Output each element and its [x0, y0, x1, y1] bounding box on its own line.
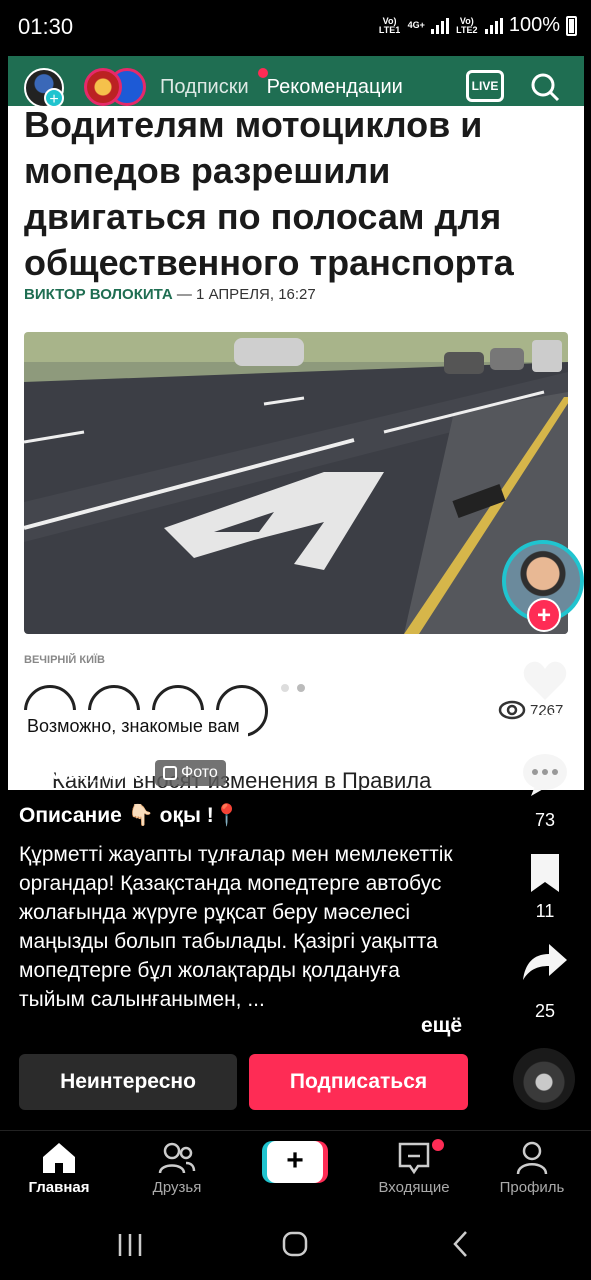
article-date: — 1 АПРЕЛЯ, 16:27	[176, 286, 316, 303]
music-disc-icon[interactable]	[513, 1048, 575, 1110]
sim1-indicator: Vo) LTE1	[378, 15, 401, 35]
nav-inbox[interactable]: Входящие	[359, 1141, 469, 1196]
photo-source: ВЕЧІРНІЙ КИЇВ	[24, 654, 105, 666]
heart-icon	[523, 661, 567, 700]
post-photo[interactable]: Водителям мотоциклов и мопедов разрешили…	[8, 40, 584, 790]
clock: 01:30	[18, 14, 74, 39]
sim2-indicator: Vo) LTE2	[456, 15, 478, 35]
share-arrow-icon	[523, 944, 567, 980]
comment-button[interactable]	[515, 752, 575, 801]
follow-plus-icon[interactable]: +	[527, 598, 561, 632]
signal-icon	[484, 17, 503, 34]
inbox-notification-dot	[432, 1139, 444, 1151]
subscribe-button[interactable]: Подписаться	[249, 1054, 468, 1110]
article-author: ВИКТОР ВОЛОКИТА	[24, 286, 173, 303]
status-bar: 01:30 Vo) LTE1 4G+ Vo) LTE2 100%	[0, 0, 591, 56]
recents-icon[interactable]	[117, 1232, 143, 1258]
plus-icon: +	[267, 1141, 323, 1183]
status-icons: Vo) LTE1 4G+ Vo) LTE2 100%	[378, 14, 577, 37]
article-byline: ВИКТОР ВОЛОКИТА — 1 АПРЕЛЯ, 16:27	[24, 286, 316, 303]
more-link[interactable]: ещё	[421, 1014, 462, 1038]
nav-home-label: Главная	[28, 1179, 90, 1196]
nav-friends[interactable]: Друзья	[122, 1141, 232, 1196]
article-headline: Водителям мотоциклов и мопедов разрешили…	[24, 104, 514, 283]
battery-icon	[566, 15, 577, 36]
bookmark-icon	[531, 854, 559, 892]
home-icon	[43, 1143, 75, 1173]
live-avatar[interactable]	[84, 68, 122, 106]
road-image	[24, 332, 568, 634]
feed-top-nav: + Подписки Рекомендации LIVE	[0, 60, 591, 116]
not-interested-button[interactable]: Неинтересно	[19, 1054, 237, 1110]
nav-home[interactable]: Главная	[4, 1141, 114, 1196]
comment-icon	[523, 754, 567, 796]
tab-recommendations[interactable]: Рекомендации	[267, 76, 403, 99]
add-story-icon[interactable]: +	[44, 88, 64, 108]
share-button[interactable]	[515, 940, 575, 989]
likes-count: 137	[529, 710, 561, 730]
photo-icon	[163, 766, 178, 780]
shares-count: 25	[534, 1001, 556, 1021]
suggestion-label: Возможно, знакомые вам	[19, 710, 248, 743]
post-description[interactable]: Құрметті жауапты тұлғалар мен мемлекетті…	[19, 840, 469, 1014]
post-author-row: Bekzat_Abat Фото	[19, 760, 226, 786]
carousel-dots	[281, 684, 305, 692]
bottom-nav: Главная Друзья + Входящие Профиль	[0, 1130, 591, 1212]
tab-subscriptions[interactable]: Подписки	[160, 76, 249, 99]
nav-profile-label: Профиль	[499, 1179, 565, 1196]
comments-count: 73	[534, 810, 556, 830]
signal-icon	[430, 17, 449, 34]
nav-profile[interactable]: Профиль	[477, 1141, 587, 1196]
nav-inbox-label: Входящие	[378, 1179, 450, 1196]
create-button[interactable]: +	[262, 1141, 328, 1183]
system-nav-bar	[0, 1212, 591, 1280]
feed-tabs: Подписки Рекомендации	[160, 76, 403, 99]
home-system-icon[interactable]	[282, 1231, 308, 1257]
network-type: 4G+	[407, 20, 425, 30]
search-icon[interactable]	[530, 72, 560, 102]
profile-icon	[516, 1141, 548, 1175]
photo-badge: Фото	[155, 760, 226, 786]
back-icon[interactable]	[450, 1230, 472, 1258]
photo-badge-label: Фото	[181, 764, 218, 781]
saves-count: 11	[535, 901, 555, 921]
post-author[interactable]: Bekzat_Abat	[19, 761, 145, 785]
friends-icon	[158, 1142, 196, 1174]
inbox-icon	[398, 1142, 430, 1175]
nav-friends-label: Друзья	[152, 1179, 202, 1196]
post-title: Описание 👇🏻 оқы !📍	[19, 804, 240, 827]
save-button[interactable]	[515, 852, 575, 899]
battery-level: 100%	[508, 14, 560, 36]
notification-dot	[258, 68, 268, 78]
live-icon[interactable]: LIVE	[466, 70, 504, 102]
